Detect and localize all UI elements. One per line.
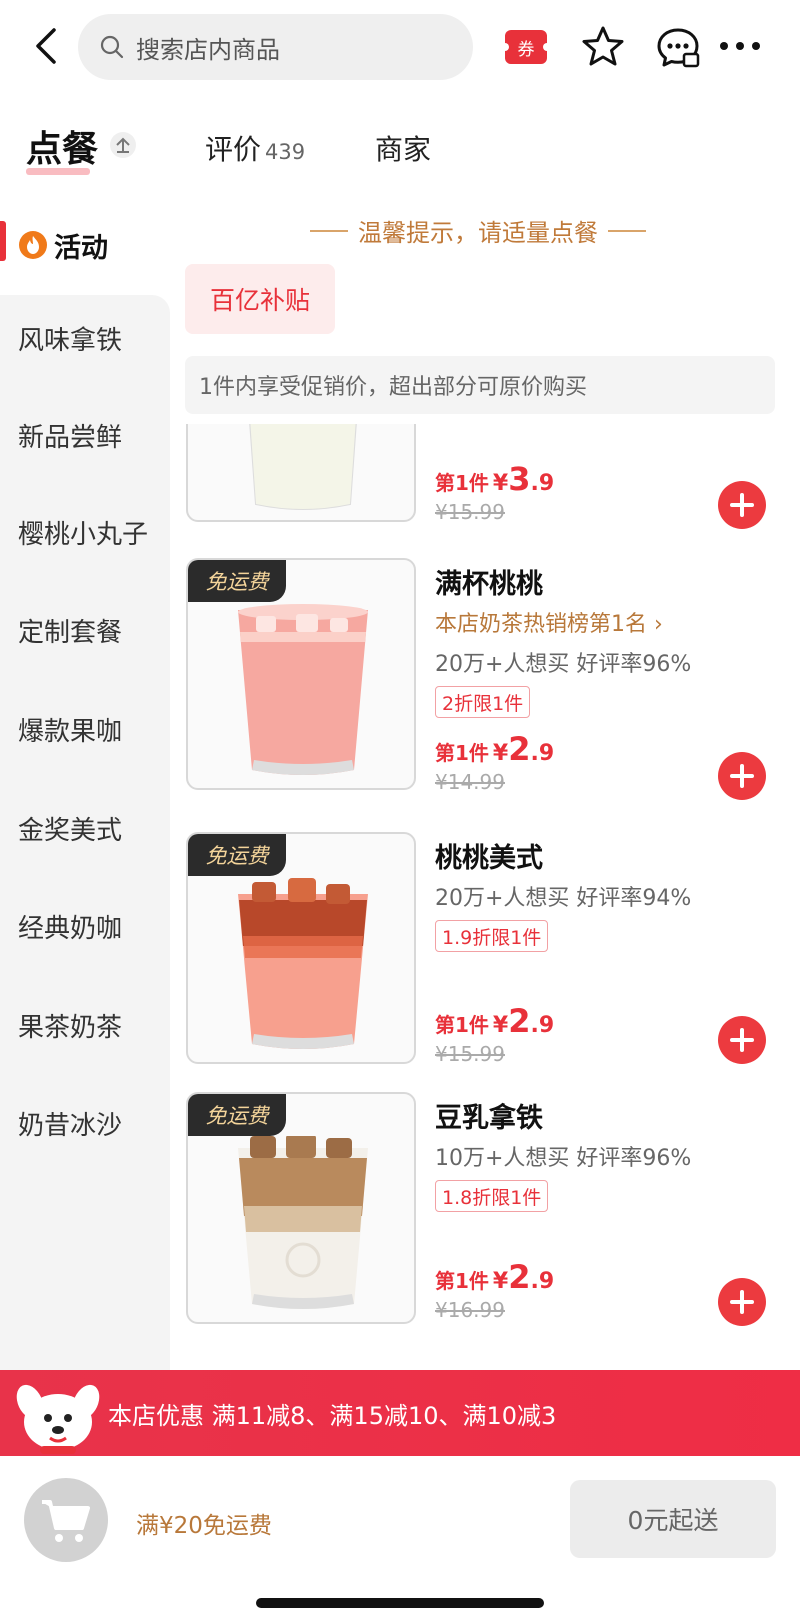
free-shipping-badge: 免运费 — [188, 560, 286, 602]
cup-image — [238, 878, 368, 1049]
original-price: ¥16.99 — [435, 1298, 505, 1322]
sidebar-item-activity[interactable]: 活动 — [0, 195, 170, 295]
sidebar-item[interactable]: 新品尝鲜 — [18, 417, 122, 454]
back-icon[interactable] — [28, 26, 68, 66]
sidebar-item[interactable]: 经典奶咖 — [18, 908, 122, 945]
product-price: 第1件 ¥ 2 .9 — [435, 730, 554, 768]
tab-review-label: 评价 — [205, 133, 262, 166]
subsidy-tag[interactable]: 百亿补贴 — [185, 264, 335, 334]
sidebar-item[interactable]: 定制套餐 — [18, 612, 122, 649]
flame-icon — [19, 231, 47, 259]
product-name: 满杯桃桃 — [435, 569, 543, 600]
shop-discount-bar[interactable]: 本店优惠 满11减8、满15减10、满10减3 — [0, 1370, 800, 1456]
cart-bar: 满¥20免运费 0元起送 — [0, 1456, 800, 1584]
price-integer: 3 — [508, 460, 531, 498]
currency-symbol: ¥ — [492, 1269, 509, 1294]
add-to-cart-button[interactable] — [718, 1278, 766, 1326]
search-icon — [100, 35, 124, 59]
top-bar: 搜索店内商品 券 — [0, 0, 800, 95]
search-placeholder: 搜索店内商品 — [136, 35, 280, 64]
currency-symbol: ¥ — [492, 471, 509, 496]
shopping-cart-icon — [42, 1500, 90, 1542]
add-to-cart-button[interactable] — [718, 752, 766, 800]
sidebar-item[interactable]: 金奖美式 — [18, 810, 122, 847]
mascot-dog-icon — [16, 1384, 100, 1454]
free-shipping-badge: 免运费 — [188, 834, 286, 876]
ordering-tip: 温馨提示，请适量点餐 — [300, 213, 656, 248]
cup-image — [238, 1136, 368, 1309]
min-order-button[interactable]: 0元起送 — [570, 1480, 776, 1558]
shop-discount-text: 本店优惠 满11减8、满15减10、满10减3 — [108, 1402, 557, 1430]
category-sidebar: 活动 风味拿铁 新品尝鲜 樱桃小丸子 定制套餐 爆款果咖 金奖美式 经典奶咖 果… — [0, 195, 170, 1370]
currency-symbol: ¥ — [492, 741, 509, 766]
original-price: ¥15.99 — [435, 500, 505, 524]
product-image: 免运费 — [186, 1092, 416, 1324]
add-to-cart-button[interactable] — [718, 1016, 766, 1064]
currency-symbol: ¥ — [492, 1013, 509, 1038]
more-icon[interactable] — [718, 36, 762, 56]
active-indicator — [0, 221, 6, 261]
product-name: 豆乳拿铁 — [435, 1103, 543, 1134]
product-image: 免运费 — [186, 558, 416, 790]
collapse-icon[interactable] — [108, 130, 138, 160]
price-decimal: .9 — [530, 741, 555, 766]
discount-tag: 1.8折限1件 — [435, 1180, 549, 1212]
product-name: 桃桃美式 — [435, 843, 543, 874]
original-price: ¥14.99 — [435, 770, 505, 794]
original-price: ¥15.99 — [435, 1042, 505, 1066]
divider — [310, 229, 348, 232]
price-decimal: .9 — [530, 471, 555, 496]
cup-image — [238, 604, 368, 775]
review-count: 439 — [265, 140, 306, 164]
product-price: 第1件 ¥ 2 .9 — [435, 1258, 554, 1296]
price-label: 第1件 — [435, 741, 489, 765]
search-input[interactable]: 搜索店内商品 — [78, 14, 473, 80]
star-icon[interactable] — [580, 24, 626, 70]
sidebar-list: 风味拿铁 新品尝鲜 樱桃小丸子 定制套餐 爆款果咖 金奖美式 经典奶咖 果茶奶茶… — [0, 295, 170, 1370]
sidebar-item[interactable]: 风味拿铁 — [18, 320, 122, 357]
divider — [608, 229, 646, 232]
sidebar-item[interactable]: 樱桃小丸子 — [18, 514, 148, 551]
price-label: 第1件 — [435, 1269, 489, 1293]
sidebar-item[interactable]: 果茶奶茶 — [18, 1007, 122, 1044]
price-integer: 2 — [508, 730, 531, 768]
product-price: 第1件 ¥ 3 .9 — [435, 460, 554, 498]
product-stats: 20万+人想买 好评率96% — [435, 652, 692, 677]
discount-tag: 1.9折限1件 — [435, 920, 549, 952]
free-shipping-badge: 免运费 — [188, 1094, 286, 1136]
cart-button[interactable] — [24, 1478, 108, 1562]
tip-text: 温馨提示，请适量点餐 — [358, 219, 598, 247]
product-stats: 20万+人想买 好评率94% — [435, 886, 692, 911]
tab-review[interactable]: 评价 439 — [205, 128, 305, 168]
tab-merchant[interactable]: 商家 — [375, 128, 431, 168]
price-integer: 2 — [508, 1258, 531, 1296]
discount-tag: 2折限1件 — [435, 686, 531, 718]
price-decimal: .9 — [530, 1269, 555, 1294]
price-integer: 2 — [508, 1002, 531, 1040]
price-label: 第1件 — [435, 1013, 489, 1037]
price-label: 第1件 — [435, 471, 489, 495]
product-price: 第1件 ¥ 2 .9 — [435, 1002, 554, 1040]
sidebar-active-label: 活动 — [54, 232, 108, 264]
price-decimal: .9 — [530, 1013, 555, 1038]
home-indicator — [256, 1598, 544, 1608]
coupon-button[interactable]: 券 — [501, 30, 551, 64]
promo-note: 1件内享受促销价，超出部分可原价购买 — [185, 356, 775, 414]
chat-icon[interactable] — [654, 24, 702, 72]
product-image: 免运费 — [186, 832, 416, 1064]
add-to-cart-button[interactable] — [718, 481, 766, 529]
sales-rank-link[interactable]: 本店奶茶热销榜第1名 › — [435, 606, 663, 638]
cup-image — [249, 424, 357, 510]
product-image — [186, 424, 416, 522]
sidebar-item[interactable]: 爆款果咖 — [18, 711, 122, 748]
store-tabs: 点餐 评价 439 商家 — [0, 110, 800, 180]
tab-order[interactable]: 点餐 — [26, 120, 98, 172]
product-list: 第1件 ¥ 3 .9 ¥15.99 免运费 满杯桃桃 本店奶茶热销榜第1名 › … — [170, 424, 800, 1370]
free-shipping-threshold: 满¥20免运费 — [136, 1513, 272, 1539]
product-stats: 10万+人想买 好评率96% — [435, 1146, 692, 1171]
sidebar-item[interactable]: 奶昔冰沙 — [18, 1105, 122, 1142]
